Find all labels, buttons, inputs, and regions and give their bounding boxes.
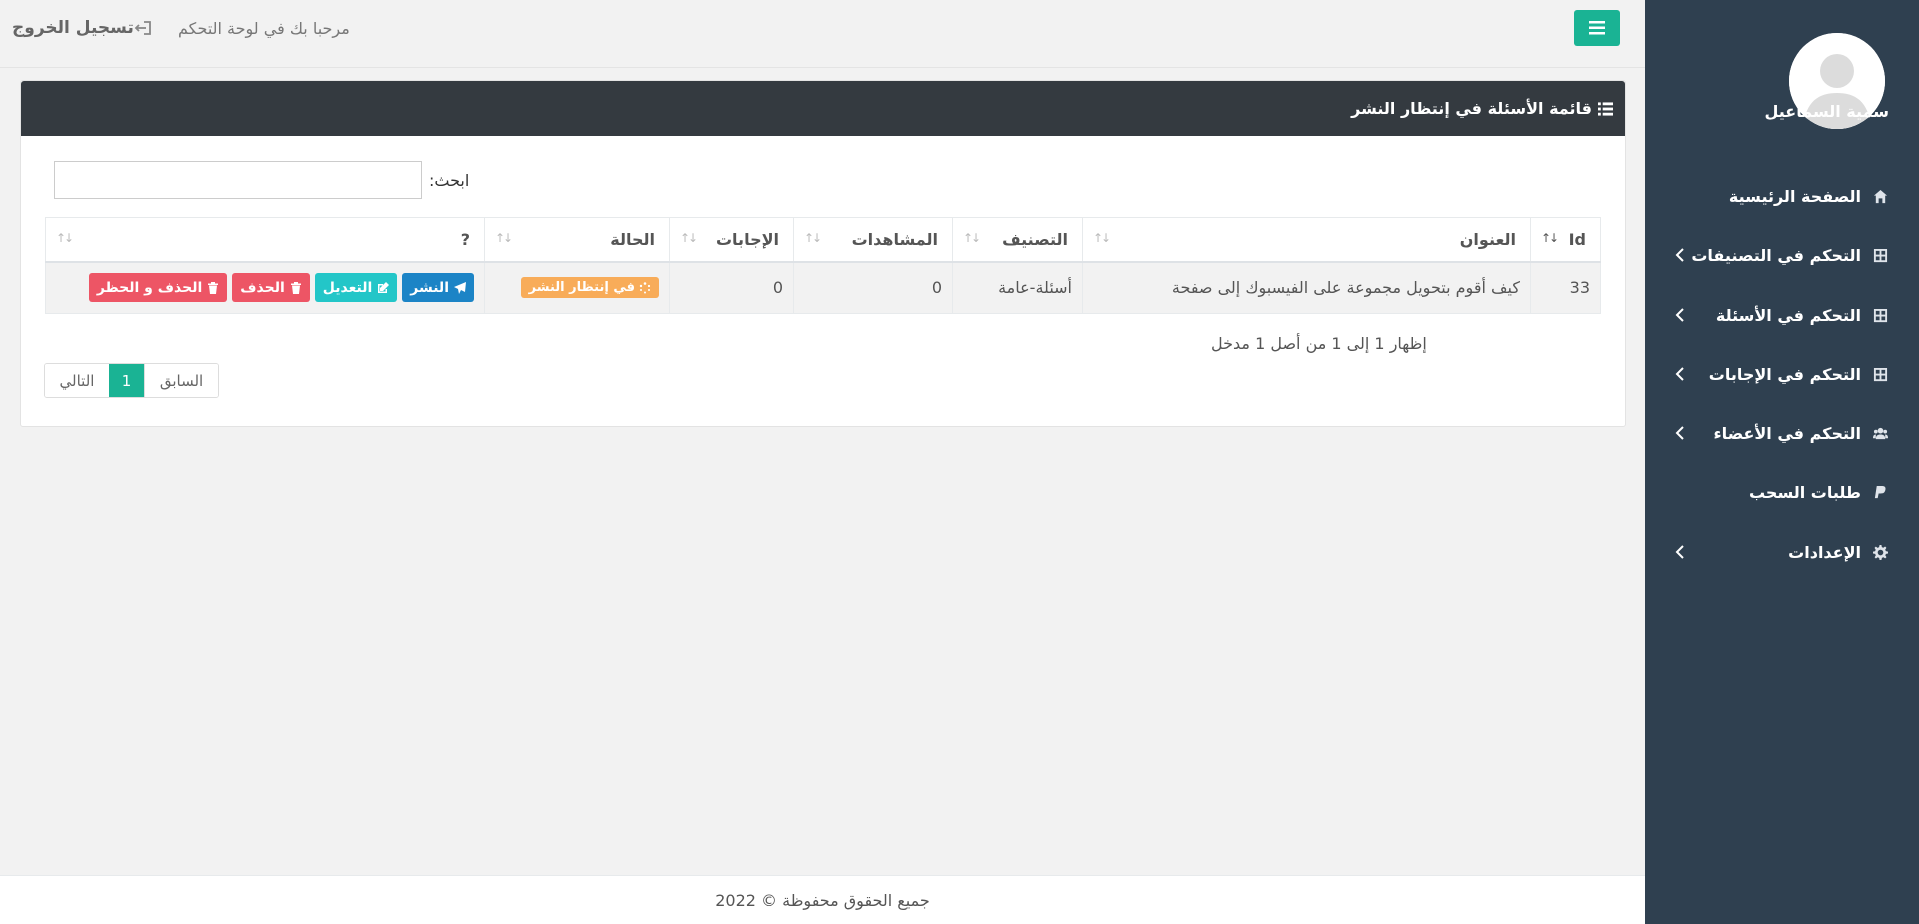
sort-icon: ↓↑ bbox=[963, 231, 981, 245]
pagination-next[interactable]: التالي bbox=[45, 364, 109, 397]
sidebar-item-label: الإعدادات bbox=[1788, 542, 1861, 562]
column-header-answers[interactable]: الإجابات ↓↑ bbox=[669, 217, 794, 263]
chevron-left-icon bbox=[1675, 308, 1689, 322]
pagination: التالي 1 السابق bbox=[44, 363, 219, 398]
delete-button[interactable]: الحذف bbox=[232, 273, 310, 303]
status-badge: في إنتظار النشر bbox=[520, 277, 659, 299]
spinner-icon bbox=[639, 281, 651, 294]
sidebar-item-label: التحكم في الإجابات bbox=[1708, 364, 1861, 384]
logout-label: تسجيل الخروج bbox=[12, 18, 134, 38]
column-header-category[interactable]: التصنيف ↓↑ bbox=[952, 217, 1083, 263]
pagination-prev[interactable]: السابق bbox=[144, 364, 218, 397]
panel-title: قائمة الأسئلة في إنتظار النشر bbox=[1351, 99, 1592, 118]
sidebar-item-label: التحكم في الأسئلة bbox=[1715, 305, 1861, 325]
topbar: تسجيل الخروج مرحبا بك في لوحة التحكم bbox=[0, 0, 1645, 68]
trash-icon bbox=[290, 281, 301, 294]
column-header-status[interactable]: الحالة ↓↑ bbox=[484, 217, 670, 263]
edit-button-label: التعديل bbox=[322, 279, 373, 296]
cell-title: كيف أقوم بتحويل مجموعة على الفيسبوك إلى … bbox=[1082, 261, 1531, 314]
publish-button[interactable]: النشر bbox=[402, 273, 474, 303]
sidebar-item-settings[interactable]: الإعدادات bbox=[1675, 537, 1889, 567]
publish-button-label: النشر bbox=[410, 279, 449, 296]
sort-icon: ↓↑ bbox=[495, 231, 513, 245]
cell-actions: النشر التعديل الحذف الحذف و الحظر bbox=[45, 261, 485, 314]
chevron-left-icon bbox=[1675, 426, 1689, 440]
edit-icon bbox=[378, 281, 390, 293]
chevron-left-icon bbox=[1675, 545, 1689, 559]
bars-icon bbox=[1589, 21, 1605, 35]
paper-plane-icon bbox=[454, 281, 466, 294]
table-header-row: Id ↓↑ العنوان ↓↑ التصنيف ↓↑ المشاهدات ↓↑ الإ… bbox=[45, 217, 1601, 263]
trash-icon bbox=[208, 281, 219, 294]
gear-icon bbox=[1871, 543, 1889, 561]
sort-icon: ↓↑ bbox=[804, 231, 822, 245]
sidebar-item-categories[interactable]: التحكم في التصنيفات bbox=[1675, 240, 1889, 270]
sidebar-item-questions[interactable]: التحكم في الأسئلة bbox=[1675, 300, 1889, 330]
grid-icon bbox=[1871, 365, 1889, 383]
column-header-views[interactable]: المشاهدات ↓↑ bbox=[793, 217, 953, 263]
sidebar: سمية السماعيل الصفحة الرئيسية التحكم في … bbox=[1645, 0, 1919, 924]
sidebar-item-label: طلبات السحب bbox=[1748, 482, 1861, 502]
sort-icon: ↓↑ bbox=[56, 231, 74, 245]
users-icon bbox=[1871, 424, 1889, 442]
edit-button[interactable]: التعديل bbox=[314, 273, 398, 303]
chevron-left-icon bbox=[1675, 248, 1689, 262]
sidebar-item-withdrawals[interactable]: طلبات السحب bbox=[1675, 477, 1889, 507]
sidebar-username: سمية السماعيل bbox=[1764, 102, 1889, 121]
sort-icon: ↓↑ bbox=[1541, 231, 1559, 245]
grid-icon bbox=[1871, 246, 1889, 264]
paypal-icon bbox=[1871, 483, 1889, 501]
grid-icon bbox=[1871, 306, 1889, 324]
logout-link[interactable]: تسجيل الخروج bbox=[12, 17, 160, 39]
delete-button-label: الحذف bbox=[240, 279, 285, 296]
sidebar-item-home[interactable]: الصفحة الرئيسية bbox=[1675, 181, 1889, 211]
pagination-page[interactable]: 1 bbox=[109, 364, 144, 397]
sort-icon: ↓↑ bbox=[680, 231, 698, 245]
column-header-title[interactable]: العنوان ↓↑ bbox=[1082, 217, 1531, 263]
table-row: 33 كيف أقوم بتحويل مجموعة على الفيسبوك إ… bbox=[45, 261, 1601, 314]
cell-status: في إنتظار النشر bbox=[484, 261, 670, 314]
delete-and-ban-button[interactable]: الحذف و الحظر bbox=[88, 273, 228, 303]
sidebar-item-label: التحكم في الأعضاء bbox=[1713, 423, 1862, 443]
table-info: إظهار 1 إلى 1 من أصل 1 مدخل bbox=[1211, 334, 1427, 353]
sign-out-icon bbox=[134, 21, 151, 35]
status-badge-label: في إنتظار النشر bbox=[528, 280, 635, 296]
search-label: ابحث: bbox=[429, 171, 470, 190]
panel-header: قائمة الأسئلة في إنتظار النشر bbox=[21, 81, 1625, 136]
chevron-left-icon bbox=[1675, 367, 1689, 381]
sidebar-item-label: التحكم في التصنيفات bbox=[1691, 245, 1861, 265]
questions-table: Id ↓↑ العنوان ↓↑ التصنيف ↓↑ المشاهدات ↓↑ الإ… bbox=[45, 217, 1601, 314]
list-icon bbox=[1598, 101, 1613, 116]
cell-views: 0 bbox=[793, 261, 953, 314]
delete-and-ban-button-label: الحذف و الحظر bbox=[96, 279, 203, 296]
home-icon bbox=[1871, 187, 1889, 205]
column-header-actions[interactable]: ? ↓↑ bbox=[45, 217, 485, 263]
sidebar-item-answers[interactable]: التحكم في الإجابات bbox=[1675, 359, 1889, 389]
welcome-text: مرحبا بك في لوحة التحكم bbox=[178, 19, 350, 38]
menu-toggle-button[interactable] bbox=[1574, 10, 1620, 46]
footer: جميع الحقوق محفوظة © 2022 bbox=[0, 875, 1645, 924]
sidebar-item-label: الصفحة الرئيسية bbox=[1728, 186, 1861, 206]
column-header-id[interactable]: Id ↓↑ bbox=[1530, 217, 1601, 263]
cell-answers: 0 bbox=[669, 261, 794, 314]
footer-text: جميع الحقوق محفوظة © 2022 bbox=[715, 890, 930, 910]
sidebar-item-members[interactable]: التحكم في الأعضاء bbox=[1675, 418, 1889, 448]
questions-panel: قائمة الأسئلة في إنتظار النشر ابحث: Id ↓↑… bbox=[20, 80, 1626, 427]
search-input[interactable] bbox=[54, 161, 422, 199]
sort-icon: ↓↑ bbox=[1093, 231, 1111, 245]
cell-category: أسئلة-عامة bbox=[952, 261, 1083, 314]
cell-id: 33 bbox=[1530, 261, 1601, 314]
